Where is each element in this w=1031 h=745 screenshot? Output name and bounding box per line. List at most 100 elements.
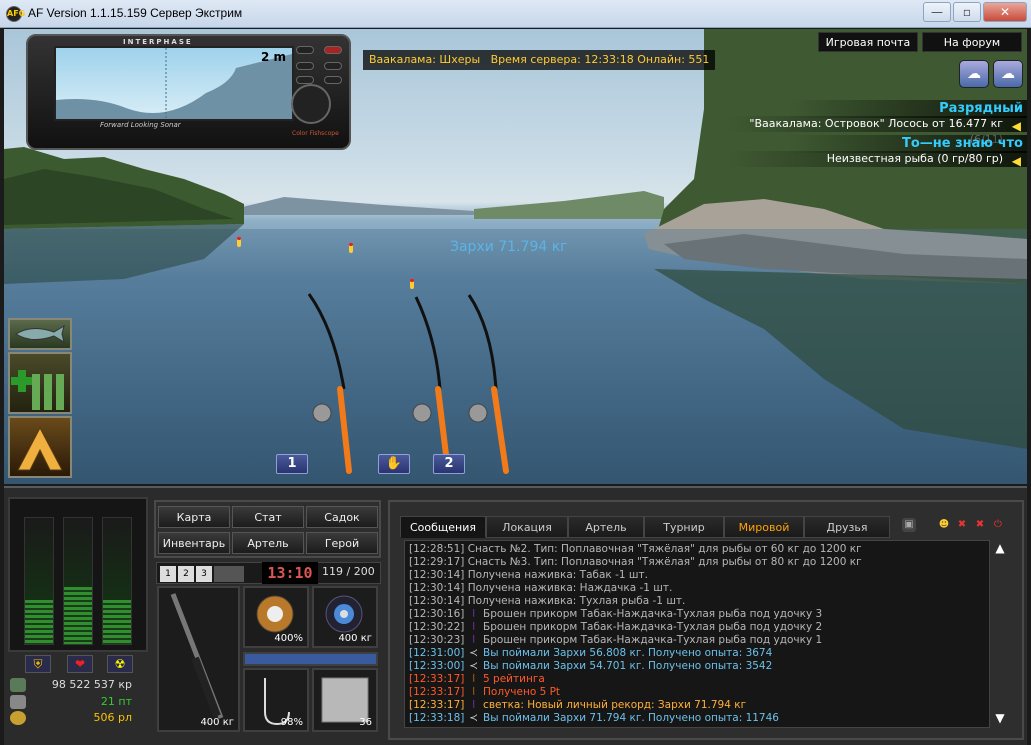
chat-line: [12:30:22] ⦚ Брошен прикорм Табак-Наждач… xyxy=(409,621,823,633)
camera-icon[interactable]: ▣ xyxy=(902,518,916,532)
catch-notice: Зархи 71.794 кг xyxy=(450,239,568,255)
add-ammo-icon[interactable] xyxy=(8,352,72,414)
fish-icon: ≺ xyxy=(469,712,479,724)
sonar-device: INTERPHASE 2 m Forward Looking Sonar Col… xyxy=(26,34,351,150)
slot-2-button[interactable]: 2 xyxy=(178,566,194,582)
fish-icon: ≺ xyxy=(469,660,479,672)
sonar-screen: 2 m xyxy=(54,46,294,121)
sonar-caption: Forward Looking Sonar xyxy=(100,121,181,129)
forum-button[interactable]: На форум xyxy=(922,32,1022,52)
window-titlebar: AFG AF Version 1.1.15.159 Сервер Экстрим… xyxy=(0,0,1031,28)
reel-slot[interactable]: 400% xyxy=(243,586,309,648)
rod-select-button-2[interactable]: 2 xyxy=(433,454,465,474)
hand-icon[interactable]: ✋ xyxy=(378,454,410,474)
nav-inventory-button[interactable]: Инвентарь xyxy=(158,532,230,554)
nav-keepnet-button[interactable]: Садок xyxy=(306,506,378,528)
tab-location[interactable]: Локация xyxy=(486,516,568,538)
nav-map-button[interactable]: Карта xyxy=(158,506,230,528)
power-icon[interactable]: ⏻ xyxy=(991,518,1005,532)
keepnet-capacity: 119 / 200 xyxy=(322,565,375,578)
slot-3-button[interactable]: 3 xyxy=(196,566,212,582)
close-icon[interactable]: ✕ xyxy=(983,2,1027,22)
location-name: Ваакалама: Шхеры xyxy=(369,53,481,66)
rod-slot[interactable]: 400 кг xyxy=(157,586,240,732)
radiation-icon[interactable]: ☢ xyxy=(107,655,133,673)
tab-tournament[interactable]: Турнир xyxy=(644,516,724,538)
chat-line: [12:31:00] ≺ Вы поймали Зархи 56.808 кг.… xyxy=(409,647,773,659)
camera-icon[interactable] xyxy=(214,566,244,582)
chat-line: [12:30:16] ⦚ Брошен прикорм Табак-Наждач… xyxy=(409,608,823,620)
sonar-button[interactable] xyxy=(296,76,314,84)
points-icon xyxy=(10,695,26,709)
nav-stats-button[interactable]: Стат xyxy=(232,506,304,528)
chat-line: [12:33:17] ⦚ светка: Новый личный рекорд… xyxy=(409,699,747,711)
sonar-button[interactable] xyxy=(324,62,342,70)
sonar-button[interactable] xyxy=(296,62,314,70)
hook-slot[interactable]: 98% xyxy=(243,668,309,732)
gauge-bar xyxy=(102,517,132,645)
sonar-power-button[interactable] xyxy=(324,46,342,54)
feed-icon: ⦚ xyxy=(472,686,475,698)
chat-line: [12:29:17] Снасть №3. Тип: Поплавочная "… xyxy=(409,556,862,568)
fish-icon[interactable] xyxy=(8,318,72,350)
tab-world[interactable]: Мировой xyxy=(724,516,804,538)
sonar-button[interactable] xyxy=(324,76,342,84)
online-label: Онлайн: xyxy=(637,53,685,66)
arrow-left-icon[interactable]: ◀ xyxy=(1012,118,1021,134)
scroll-up-icon[interactable]: ▲ xyxy=(993,541,1007,555)
chat-log[interactable]: [12:28:51] Снасть №2. Тип: Поплавочная "… xyxy=(404,540,990,728)
tab-messages[interactable]: Сообщения xyxy=(400,516,486,538)
hook-wear: 98% xyxy=(280,717,303,728)
chat-line: [12:30:23] ⦚ Брошен прикорм Табак-Наждач… xyxy=(409,634,823,646)
shield-icon[interactable]: ⛨ xyxy=(25,655,51,673)
nav-panel: Карта Стат Садок Инвентарь Артель Герой xyxy=(154,500,381,558)
block-icon[interactable]: ✖ xyxy=(955,518,969,532)
sonar-button[interactable] xyxy=(296,46,314,54)
smiley-icon[interactable]: ☻ xyxy=(937,518,951,532)
credits-balance: 98 522 537 кр xyxy=(8,676,148,694)
game-clock: 13:10 xyxy=(262,562,318,584)
reel-wear: 400% xyxy=(274,633,303,644)
weather-icon[interactable]: ☁ xyxy=(993,60,1023,88)
maximize-icon[interactable]: ▫ xyxy=(953,2,981,22)
rod-select-button-1[interactable]: 1 xyxy=(276,454,308,474)
sonar-brand: INTERPHASE xyxy=(123,38,193,46)
heart-icon[interactable]: ❤ xyxy=(67,655,93,673)
bait-slot[interactable]: 36 xyxy=(312,668,378,732)
sonar-dpad-icon[interactable] xyxy=(291,84,331,124)
scroll-down-icon[interactable]: ▼ xyxy=(993,711,1007,725)
window-title: AF Version 1.1.15.159 Сервер Экстрим xyxy=(28,6,243,20)
feed-icon: ⦚ xyxy=(472,621,475,633)
sonar-maker: Color Fishscope xyxy=(292,130,339,137)
game-mail-button[interactable]: Игровая почта xyxy=(818,32,918,52)
chat-line: [12:28:51] Снасть №2. Тип: Поплавочная "… xyxy=(409,543,862,555)
rod-weight: 400 кг xyxy=(200,717,234,728)
nav-hero-button[interactable]: Герой xyxy=(306,532,378,554)
gauge-bar xyxy=(63,517,93,645)
arrow-left-icon[interactable]: ◀ xyxy=(1012,153,1021,169)
nav-artel-button[interactable]: Артель xyxy=(232,532,304,554)
arrow-up-icon[interactable] xyxy=(8,416,72,478)
server-time-label: Время сервера: xyxy=(490,53,581,66)
gauges-panel xyxy=(8,497,148,652)
minimize-icon[interactable]: — xyxy=(923,2,951,22)
task-line[interactable]: "Ваакалама: Островок" Лосось от 16.477 к… xyxy=(727,116,1027,146)
tab-friends[interactable]: Друзья xyxy=(804,516,890,538)
block-icon[interactable]: ✖ xyxy=(973,518,987,532)
weather-icon[interactable]: ☁ xyxy=(959,60,989,88)
chat-line: [12:30:14] Получена наживка: Тухлая рыба… xyxy=(409,595,686,607)
sonar-depth: 2 m xyxy=(260,50,286,64)
credits-icon xyxy=(10,678,26,692)
gauge-bar xyxy=(24,517,54,645)
chat-line: [12:30:14] Получена наживка: Табак -1 шт… xyxy=(409,569,648,581)
chat-line: [12:30:14] Получена наживка: Наждачка -1… xyxy=(409,582,673,594)
online-count: 551 xyxy=(688,53,710,66)
line-slot[interactable]: 400 кг xyxy=(312,586,378,648)
slot-1-button[interactable]: 1 xyxy=(160,566,176,582)
tackle-bar xyxy=(243,652,378,666)
chat-line: [12:33:17] ⦚ 5 рейтинга xyxy=(409,673,545,685)
feed-icon: ⦚ xyxy=(472,634,475,646)
task-line[interactable]: Неизвестная рыба (0 гр/80 гр) ◀ xyxy=(727,151,1027,169)
server-info-bar: Ваакалама: Шхеры Время сервера: 12:33:18… xyxy=(363,50,716,70)
tab-artel[interactable]: Артель xyxy=(568,516,644,538)
